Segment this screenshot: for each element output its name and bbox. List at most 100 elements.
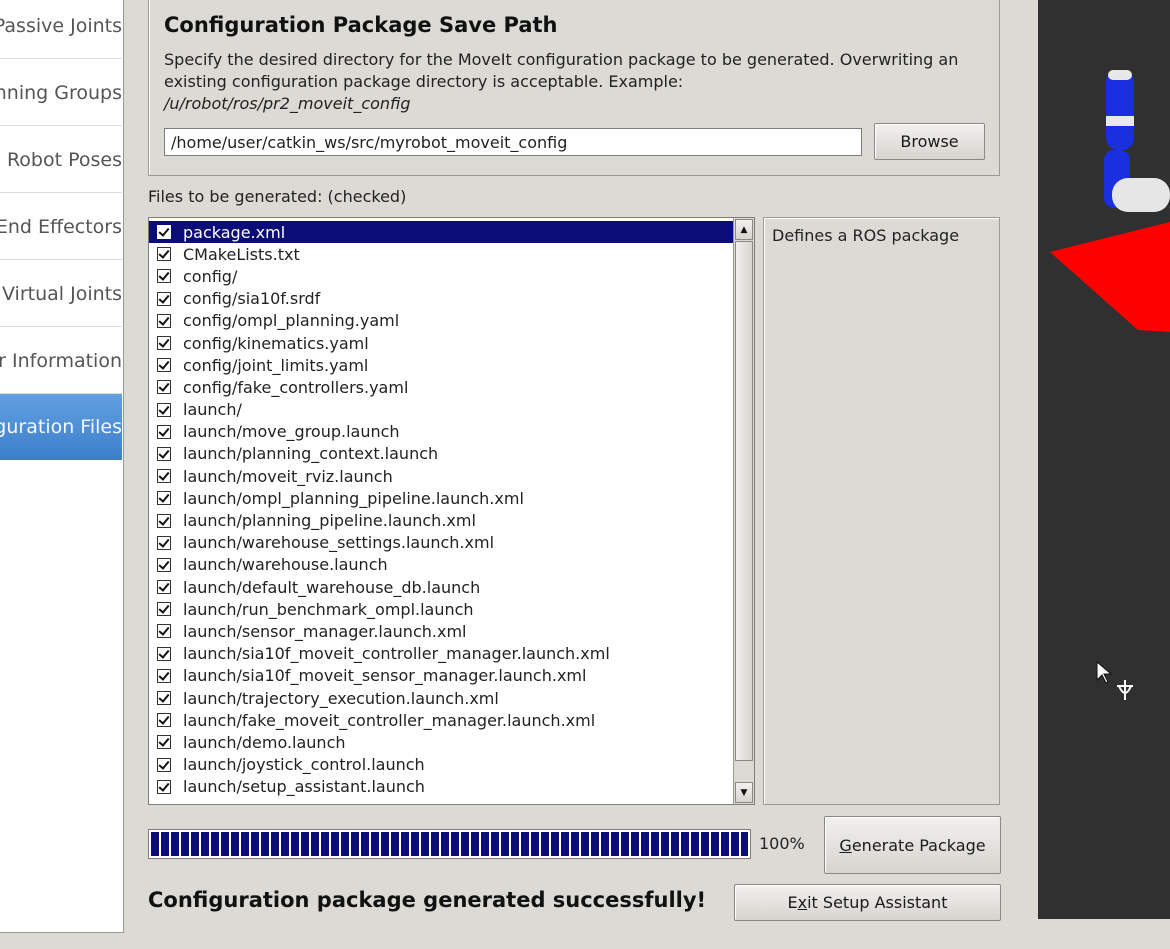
save-path-description: Specify the desired directory for the Mo…: [164, 49, 984, 115]
sidebar-item-configuration-files[interactable]: Configuration Files: [0, 394, 122, 460]
checkbox-checked-icon[interactable]: [157, 624, 171, 639]
file-name: launch/fake_moveit_controller_manager.la…: [183, 710, 596, 730]
checkbox-checked-icon[interactable]: [157, 779, 171, 794]
file-name: launch/moveit_rviz.launch: [183, 466, 393, 486]
checkbox-checked-icon[interactable]: [157, 225, 171, 240]
file-list-item[interactable]: package.xml: [149, 221, 733, 244]
generate-label: enerate Package: [851, 835, 986, 855]
sidebar-item-passive-joints[interactable]: Passive Joints: [0, 0, 122, 59]
checkbox-checked-icon[interactable]: [157, 513, 171, 528]
checkbox-checked-icon[interactable]: [157, 602, 171, 617]
file-name: config/fake_controllers.yaml: [183, 377, 409, 397]
sidebar: Passive Joints Planning Groups Robot Pos…: [0, 0, 124, 933]
progress-bar-fill: [151, 832, 748, 856]
file-list-item[interactable]: launch/: [149, 399, 733, 421]
checkbox-checked-icon[interactable]: [157, 402, 171, 417]
file-list-item[interactable]: config/: [149, 265, 733, 287]
scroll-up-arrow-icon[interactable]: ▲: [735, 219, 753, 240]
file-list-item[interactable]: launch/moveit_rviz.launch: [149, 465, 733, 487]
checkbox-checked-icon[interactable]: [157, 336, 171, 351]
file-list-item[interactable]: config/kinematics.yaml: [149, 332, 733, 354]
file-list-item[interactable]: launch/run_benchmark_ompl.launch: [149, 598, 733, 620]
file-list-item[interactable]: launch/ompl_planning_pipeline.launch.xml: [149, 487, 733, 509]
generate-mnemonic: G: [839, 835, 852, 855]
checkbox-checked-icon[interactable]: [157, 668, 171, 683]
file-name: launch/: [183, 400, 242, 420]
checkbox-checked-icon[interactable]: [157, 291, 171, 306]
sidebar-item-robot-poses[interactable]: Robot Poses: [0, 127, 122, 193]
sidebar-item-planning-groups[interactable]: Planning Groups: [0, 60, 122, 126]
file-list-item[interactable]: config/sia10f.srdf: [149, 288, 733, 310]
checkbox-checked-icon[interactable]: [157, 469, 171, 484]
sidebar-item-virtual-joints[interactable]: Virtual Joints: [0, 261, 122, 327]
checkbox-checked-icon[interactable]: [157, 535, 171, 550]
file-list-item[interactable]: launch/fake_moveit_controller_manager.la…: [149, 709, 733, 731]
checkbox-checked-icon[interactable]: [157, 358, 171, 373]
file-name: launch/warehouse_settings.launch.xml: [183, 533, 495, 553]
file-list-scrollbar[interactable]: ▲ ▼: [733, 218, 754, 804]
checkbox-checked-icon[interactable]: [157, 713, 171, 728]
file-name: launch/sensor_manager.launch.xml: [183, 621, 467, 641]
file-list-item[interactable]: launch/default_warehouse_db.launch: [149, 576, 733, 598]
file-list-item[interactable]: launch/warehouse_settings.launch.xml: [149, 532, 733, 554]
checkbox-checked-icon[interactable]: [157, 557, 171, 572]
file-list-item[interactable]: launch/planning_pipeline.launch.xml: [149, 509, 733, 531]
exit-setup-assistant-button[interactable]: Ex it Setup Assistant: [734, 884, 1001, 921]
checkbox-checked-icon[interactable]: [157, 757, 171, 772]
file-list-item[interactable]: config/fake_controllers.yaml: [149, 376, 733, 398]
file-name: config/sia10f.srdf: [183, 289, 321, 309]
file-list-item[interactable]: launch/trajectory_execution.launch.xml: [149, 687, 733, 709]
save-path-title: Configuration Package Save Path: [164, 13, 558, 37]
browse-button[interactable]: Browse: [874, 123, 985, 160]
save-path-example: /u/robot/ros/pr2_moveit_config: [164, 94, 411, 113]
file-name: launch/trajectory_execution.launch.xml: [183, 688, 499, 708]
scrollbar-thumb[interactable]: [735, 241, 753, 761]
save-path-input[interactable]: [164, 128, 862, 156]
file-list-item[interactable]: launch/sia10f_moveit_sensor_manager.laun…: [149, 665, 733, 687]
files-label: Files to be generated: (checked): [148, 187, 407, 206]
file-name: package.xml: [183, 222, 286, 242]
file-list-item[interactable]: CMakeLists.txt: [149, 243, 733, 265]
checkbox-checked-icon[interactable]: [157, 269, 171, 284]
file-list-item[interactable]: launch/sia10f_moveit_controller_manager.…: [149, 643, 733, 665]
file-name: launch/planning_context.launch: [183, 444, 439, 464]
checkbox-checked-icon[interactable]: [157, 446, 171, 461]
file-list-item[interactable]: launch/warehouse.launch: [149, 554, 733, 576]
file-list-item[interactable]: launch/setup_assistant.launch: [149, 776, 733, 798]
file-list-item[interactable]: launch/sensor_manager.launch.xml: [149, 620, 733, 642]
file-name: launch/warehouse.launch: [183, 555, 388, 575]
generate-package-button[interactable]: Generate Package: [824, 816, 1001, 874]
file-name: config/joint_limits.yaml: [183, 355, 369, 375]
progress-percent: 100%: [759, 834, 805, 853]
file-name: launch/sia10f_moveit_sensor_manager.laun…: [183, 666, 587, 686]
file-name: CMakeLists.txt: [183, 244, 300, 264]
file-list-item[interactable]: config/ompl_planning.yaml: [149, 310, 733, 332]
file-name: config/kinematics.yaml: [183, 333, 369, 353]
exit-mnemonic: x: [797, 893, 808, 912]
file-name: launch/run_benchmark_ompl.launch: [183, 599, 474, 619]
checkbox-checked-icon[interactable]: [157, 580, 171, 595]
file-list[interactable]: package.xml CMakeLists.txt config/config/s…: [148, 217, 755, 805]
sidebar-item-end-effectors[interactable]: End Effectors: [0, 194, 122, 260]
file-list-item[interactable]: config/joint_limits.yaml: [149, 354, 733, 376]
file-name: launch/sia10f_moveit_controller_manager.…: [183, 644, 610, 664]
checkbox-checked-icon[interactable]: [157, 691, 171, 706]
checkbox-checked-icon[interactable]: [157, 735, 171, 750]
file-name: launch/move_group.launch: [183, 422, 400, 442]
progress-bar: [148, 829, 751, 859]
checkbox-checked-icon[interactable]: [157, 491, 171, 506]
file-name: launch/demo.launch: [183, 732, 346, 752]
scroll-down-arrow-icon[interactable]: ▼: [735, 782, 753, 803]
file-list-item[interactable]: launch/demo.launch: [149, 731, 733, 753]
mouse-pointer-icon: [1096, 660, 1133, 700]
robot-3d-viewport[interactable]: [1038, 0, 1170, 919]
file-list-item[interactable]: launch/planning_context.launch: [149, 443, 733, 465]
checkbox-checked-icon[interactable]: [157, 247, 171, 262]
checkbox-checked-icon[interactable]: [157, 313, 171, 328]
sidebar-item-author-information[interactable]: Author Information: [0, 328, 122, 394]
file-list-item[interactable]: launch/joystick_control.launch: [149, 754, 733, 776]
checkbox-checked-icon[interactable]: [157, 424, 171, 439]
file-list-item[interactable]: launch/move_group.launch: [149, 421, 733, 443]
checkbox-checked-icon[interactable]: [157, 646, 171, 661]
checkbox-checked-icon[interactable]: [157, 380, 171, 395]
